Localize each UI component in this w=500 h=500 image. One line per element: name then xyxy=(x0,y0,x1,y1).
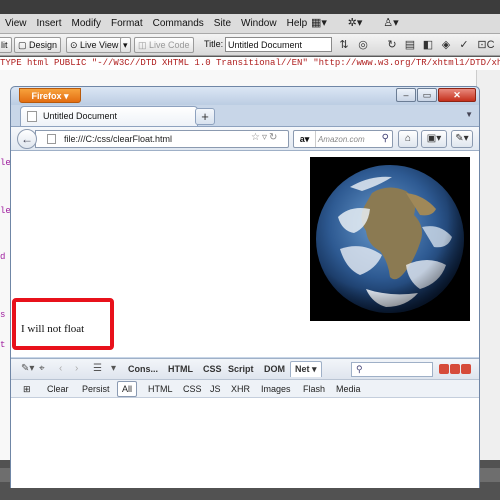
new-tab-button[interactable]: + xyxy=(195,108,215,125)
code-gutter-mark: t xyxy=(0,340,6,350)
firebug-toolbar: ✎▾ ⌖ ‹ › ☰ ▾ Cons... HTML CSS Script DOM… xyxy=(11,358,479,380)
back-arrow-icon[interactable]: ‹ xyxy=(59,363,62,374)
net-filter-html[interactable]: HTML xyxy=(148,384,173,394)
menu-insert[interactable]: Insert xyxy=(32,14,67,34)
menu-view[interactable]: View xyxy=(0,14,32,34)
live-code-button[interactable]: ◫ Live Code xyxy=(134,37,194,53)
net-panel xyxy=(11,398,479,488)
net-persist-button[interactable]: Persist xyxy=(82,384,110,394)
bookmark-star-icon[interactable]: ☆▿↻ xyxy=(251,132,279,143)
firebug-tab-console[interactable]: Cons... xyxy=(128,364,158,374)
firebug-bug-icon[interactable]: ✎▾ xyxy=(21,363,34,374)
highlight-box xyxy=(12,298,114,350)
firebug-tab-net[interactable]: Net ▾ xyxy=(290,361,322,377)
web-developer-icon[interactable]: ▣▾ xyxy=(421,130,447,148)
tab-title: Untitled Document xyxy=(43,111,118,121)
file-management-icon[interactable]: ⇅ xyxy=(336,37,352,53)
check-page-label: C xyxy=(486,39,495,51)
live-view-label: Live View xyxy=(80,40,119,50)
preview-browser-icon[interactable]: ◎ xyxy=(355,37,371,53)
search-icon[interactable]: ⚲ xyxy=(382,131,389,147)
validate-icon[interactable]: ◈ xyxy=(438,37,454,53)
net-filter-media[interactable]: Media xyxy=(336,384,361,394)
page-icon xyxy=(27,111,37,122)
net-filter-toolbar: ⊞ Clear Persist All HTML CSS JS XHR Imag… xyxy=(11,380,479,398)
panel-menu-icon[interactable]: ▾ xyxy=(111,363,116,374)
minimize-icon[interactable]: – xyxy=(396,88,416,102)
firefox-window: Firefox ▾ – ▭ ✕ Untitled Document + ▼ fi… xyxy=(10,86,480,488)
firebug-icon[interactable]: ✎▾ xyxy=(451,130,473,148)
refresh-icon[interactable]: ↻ xyxy=(384,37,400,53)
search-icon: ⚲ xyxy=(356,364,363,374)
code-view-doctype-line: TYPE html PUBLIC "-//W3C//DTD XHTML 1.0 … xyxy=(0,57,500,70)
firebug-tab-script[interactable]: Script xyxy=(228,364,254,374)
visual-aids-icon[interactable]: ◧ xyxy=(420,37,436,53)
net-tab-label: Net xyxy=(295,364,310,374)
net-clear-button[interactable]: Clear xyxy=(47,384,69,394)
document-toolbar: lit ▢ Design ⊙ Live View ▾ ◫ Live Code T… xyxy=(0,34,500,56)
site-icon[interactable]: ♙▾ xyxy=(380,16,402,30)
close-icon[interactable] xyxy=(461,364,471,374)
document-title-input[interactable] xyxy=(225,37,332,52)
search-engine-letter: a xyxy=(299,134,305,144)
home-icon[interactable]: ⌂ xyxy=(398,130,418,148)
firebug-window-controls xyxy=(439,364,471,374)
navigation-toolbar: file:///C:/css/clearFloat.html ☆▿↻ ← a▾ … xyxy=(11,126,479,151)
site-identity-icon[interactable] xyxy=(47,134,56,144)
tab-list-icon[interactable]: ▼ xyxy=(465,110,473,119)
minimize-icon[interactable] xyxy=(439,364,449,374)
detach-icon[interactable] xyxy=(450,364,460,374)
live-view-dropdown-icon[interactable]: ▾ xyxy=(120,37,131,53)
design-button[interactable]: ▢ Design xyxy=(14,37,62,53)
check-icon[interactable]: ✓ xyxy=(456,37,472,53)
dreamweaver-menu-icons: ▦▾ ✲▾ ♙▾ xyxy=(308,16,402,30)
firebug-tab-dom[interactable]: DOM xyxy=(264,364,285,374)
firebug-search-input[interactable]: ⚲ xyxy=(351,362,433,377)
live-code-label: Live Code xyxy=(149,40,190,50)
firefox-titlebar: Firefox ▾ – ▭ ✕ xyxy=(11,87,479,105)
title-label: Title: xyxy=(204,39,224,49)
firebug-tab-html[interactable]: HTML xyxy=(168,364,193,374)
back-icon[interactable]: ← xyxy=(17,129,37,149)
dreamweaver-menu-list: View Insert Modify Format Commands Site … xyxy=(0,14,312,34)
firebug-tab-css[interactable]: CSS xyxy=(203,364,222,374)
search-engine-icon[interactable]: a▾ xyxy=(294,131,316,147)
check-page-icon[interactable]: ⊡C xyxy=(474,37,498,53)
net-filter-js[interactable]: JS xyxy=(210,384,221,394)
window-controls: – ▭ ✕ xyxy=(396,88,476,102)
menu-commands[interactable]: Commands xyxy=(148,14,209,34)
menu-format[interactable]: Format xyxy=(106,14,148,34)
search-placeholder: Amazon.com xyxy=(317,135,365,144)
url-text: file:///C:/css/clearFloat.html xyxy=(64,134,173,144)
net-filter-css[interactable]: CSS xyxy=(183,384,202,394)
net-filter-all[interactable]: All xyxy=(117,381,138,397)
view-options-icon[interactable]: ▤ xyxy=(402,37,418,53)
firefox-menu-label: Firefox xyxy=(31,91,62,101)
dreamweaver-menubar: View Insert Modify Format Commands Site … xyxy=(0,0,500,34)
forward-arrow-icon[interactable]: › xyxy=(75,363,78,374)
split-button[interactable]: lit xyxy=(0,37,12,53)
layout-icon[interactable]: ▦▾ xyxy=(308,16,330,30)
net-filter-xhr[interactable]: XHR xyxy=(231,384,250,394)
live-view-button[interactable]: ⊙ Live View xyxy=(66,37,123,53)
maximize-icon[interactable]: ▭ xyxy=(417,88,437,102)
menu-site[interactable]: Site xyxy=(209,14,236,34)
menu-modify[interactable]: Modify xyxy=(67,14,106,34)
gear-icon[interactable]: ✲▾ xyxy=(344,16,366,30)
firefox-menu-button[interactable]: Firefox ▾ xyxy=(19,88,81,103)
page-content: I will not float xyxy=(11,151,479,357)
net-filter-images[interactable]: Images xyxy=(261,384,291,394)
browser-tab[interactable]: Untitled Document xyxy=(20,106,198,126)
net-filter-flash[interactable]: Flash xyxy=(303,384,325,394)
menu-window[interactable]: Window xyxy=(236,14,282,34)
earth-image xyxy=(310,157,470,321)
inspect-icon[interactable]: ⌖ xyxy=(39,363,45,374)
search-bar[interactable]: a▾ Amazon.com ⚲ xyxy=(293,130,393,148)
net-menu-icon[interactable]: ⊞ xyxy=(23,384,31,395)
code-gutter-mark: d xyxy=(0,252,6,262)
code-gutter-mark: s xyxy=(0,310,6,320)
panel-list-icon[interactable]: ☰ xyxy=(93,363,102,374)
close-icon[interactable]: ✕ xyxy=(438,88,476,102)
design-label: Design xyxy=(29,40,58,50)
